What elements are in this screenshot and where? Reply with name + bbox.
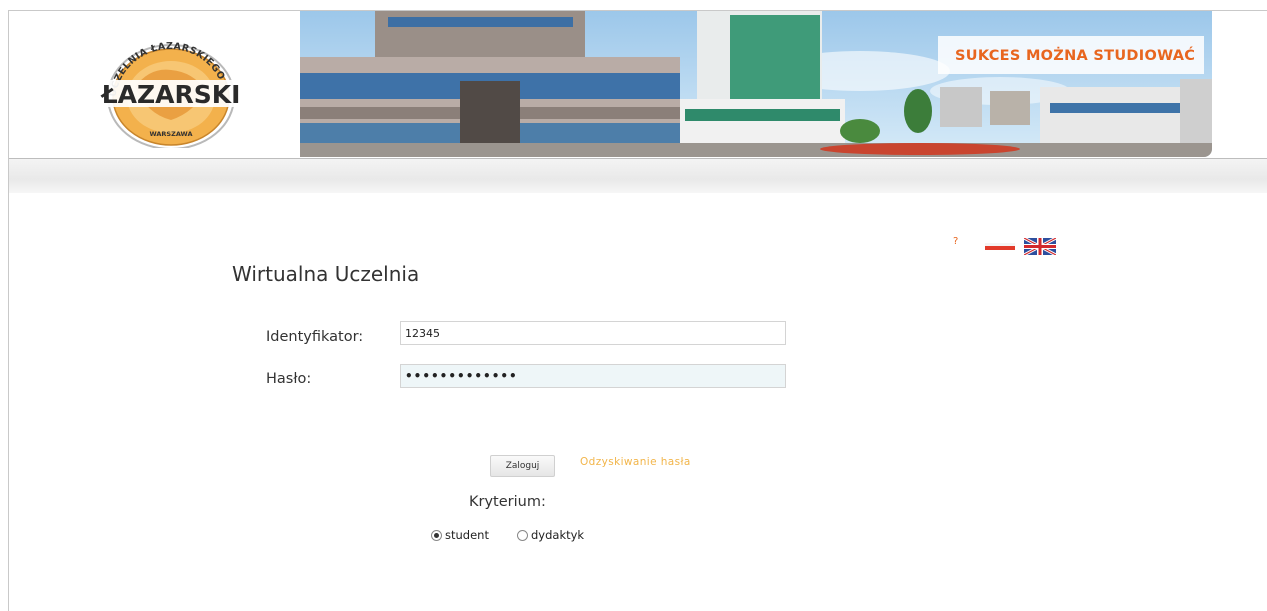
password-input[interactable]: [400, 364, 786, 388]
radio-dydaktyk-dot[interactable]: [517, 529, 528, 541]
navigation-band: [9, 159, 1267, 193]
pl-flag-icon[interactable]: [985, 238, 1015, 254]
header-banner-photo: SUKCES MOŻNA STUDIOWAĆ: [300, 11, 1212, 157]
identifier-input[interactable]: [400, 321, 786, 345]
radio-student-label[interactable]: student: [445, 528, 489, 542]
password-recovery-link[interactable]: Odzyskiwanie hasła: [580, 456, 691, 468]
identifier-label: Identyfikator:: [266, 329, 364, 345]
password-label: Hasło:: [266, 371, 312, 387]
logo-main-text: ŁAZARSKI: [100, 80, 241, 109]
radio-student-dot[interactable]: [431, 529, 442, 541]
university-logo[interactable]: UCZELNIA ŁAZARSKIEGO ŁAZARSKI WARSZAWA: [95, 41, 245, 150]
logo-city-text: WARSZAWA: [150, 130, 193, 138]
logo-emblem-icon: UCZELNIA ŁAZARSKIEGO ŁAZARSKI WARSZAWA: [95, 41, 245, 150]
criterion-label: Kryterium:: [469, 494, 546, 510]
help-link[interactable]: ?: [953, 236, 958, 247]
campus-building-image: [300, 11, 1212, 157]
login-button[interactable]: Zaloguj: [490, 455, 555, 477]
page-title: Wirtualna Uczelnia: [232, 262, 420, 286]
radio-dydaktyk-label[interactable]: dydaktyk: [531, 528, 584, 542]
radio-dydaktyk[interactable]: dydaktyk: [517, 528, 584, 542]
slogan-text: SUKCES MOŻNA STUDIOWAĆ: [955, 48, 1196, 64]
en-flag-icon[interactable]: [1023, 236, 1057, 257]
radio-student[interactable]: student: [431, 528, 489, 542]
